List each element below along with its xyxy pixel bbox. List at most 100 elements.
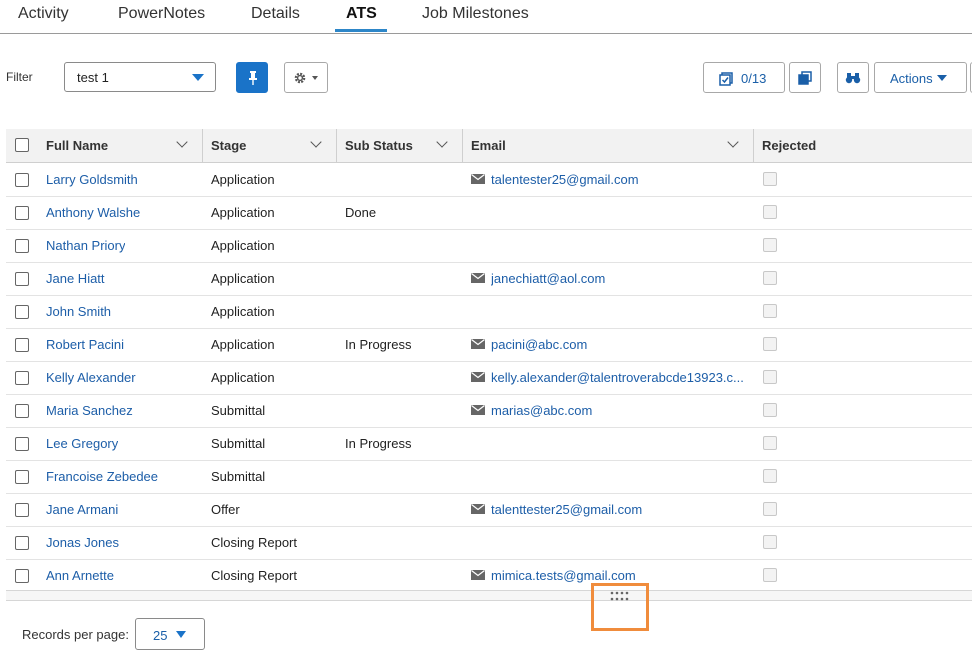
- envelope-icon: [471, 339, 485, 349]
- envelope-icon: [471, 273, 485, 283]
- row-checkbox[interactable]: [15, 437, 29, 451]
- actions-button[interactable]: Actions: [874, 62, 967, 93]
- table-row[interactable]: Robert Pacini Application In Progress pacin…: [6, 328, 972, 362]
- sub-status-cell: Done: [345, 205, 377, 220]
- tab-details[interactable]: Details: [251, 5, 300, 23]
- candidate-name-link[interactable]: John Smith: [46, 304, 111, 319]
- tab-bar: Activity PowerNotes Details ATS Job Mile…: [0, 0, 972, 34]
- row-checkbox[interactable]: [15, 470, 29, 484]
- pin-button[interactable]: [236, 62, 268, 93]
- table-row[interactable]: Jane Armani Offer talenttester25@gmail.com: [6, 493, 972, 527]
- row-checkbox[interactable]: [15, 536, 29, 550]
- email-link[interactable]: janechiatt@aol.com: [491, 271, 605, 286]
- caret-down-icon: [312, 76, 318, 80]
- candidate-name-link[interactable]: Jonas Jones: [46, 535, 119, 550]
- column-divider[interactable]: [462, 129, 463, 162]
- table-row[interactable]: Jane Hiatt Application janechiatt@aol.com: [6, 262, 972, 296]
- row-checkbox[interactable]: [15, 503, 29, 517]
- table-row[interactable]: Kelly Alexander Application kelly.alexande…: [6, 361, 972, 395]
- row-checkbox[interactable]: [15, 569, 29, 583]
- chevron-down-icon[interactable]: [436, 136, 448, 148]
- candidate-name-link[interactable]: Ann Arnette: [46, 568, 114, 583]
- email-link[interactable]: kelly.alexander@talentroverabcde13923.c.…: [491, 370, 744, 385]
- rejected-checkbox: [763, 172, 777, 186]
- column-divider[interactable]: [202, 129, 203, 162]
- candidate-name-link[interactable]: Larry Goldsmith: [46, 172, 138, 187]
- column-header-sub-status[interactable]: Sub Status: [345, 138, 413, 153]
- horizontal-scrollbar[interactable]: [6, 590, 972, 601]
- tab-job-milestones[interactable]: Job Milestones: [422, 5, 529, 23]
- candidate-name-link[interactable]: Jane Armani: [46, 502, 118, 517]
- caret-down-icon: [176, 631, 186, 638]
- row-checkbox[interactable]: [15, 206, 29, 220]
- chevron-down-icon[interactable]: [310, 136, 322, 148]
- rejected-checkbox: [763, 436, 777, 450]
- search-records-button[interactable]: [837, 62, 869, 93]
- stage-cell: Application: [211, 271, 275, 286]
- stage-cell: Submittal: [211, 469, 266, 484]
- rejected-checkbox: [763, 205, 777, 219]
- email-link[interactable]: pacini@abc.com: [491, 337, 587, 352]
- envelope-icon: [471, 504, 485, 514]
- table-row[interactable]: Jonas Jones Closing Report: [6, 526, 972, 560]
- selection-count-button[interactable]: 0/13: [703, 62, 785, 93]
- rejected-checkbox: [763, 370, 777, 384]
- email-link[interactable]: talenttester25@gmail.com: [491, 502, 642, 517]
- row-checkbox[interactable]: [15, 338, 29, 352]
- candidate-name-link[interactable]: Lee Gregory: [46, 436, 118, 451]
- stage-cell: Application: [211, 370, 275, 385]
- select-all-checkbox[interactable]: [15, 138, 29, 152]
- candidate-name-link[interactable]: Maria Sanchez: [46, 403, 133, 418]
- candidate-name-link[interactable]: Anthony Walshe: [46, 205, 140, 220]
- candidate-name-link[interactable]: Jane Hiatt: [46, 271, 105, 286]
- column-header-email[interactable]: Email: [471, 138, 506, 153]
- table-row[interactable]: Maria Sanchez Submittal marias@abc.com: [6, 394, 972, 428]
- records-per-page-select[interactable]: 25: [135, 618, 205, 650]
- row-checkbox[interactable]: [15, 239, 29, 253]
- candidate-name-link[interactable]: Nathan Priory: [46, 238, 125, 253]
- resize-handle-highlight: [591, 583, 649, 631]
- tab-ats[interactable]: ATS: [346, 5, 377, 23]
- candidate-name-link[interactable]: Kelly Alexander: [46, 370, 136, 385]
- row-checkbox[interactable]: [15, 305, 29, 319]
- copy-button[interactable]: [789, 62, 821, 93]
- column-header-rejected[interactable]: Rejected: [762, 138, 816, 153]
- table-row[interactable]: Anthony Walshe Application Done: [6, 196, 972, 230]
- table-row[interactable]: Lee Gregory Submittal In Progress: [6, 427, 972, 461]
- settings-button[interactable]: [284, 62, 328, 93]
- table-row[interactable]: Ann Arnette Closing Report mimica.tests@gm…: [6, 559, 972, 593]
- email-link[interactable]: talentester25@gmail.com: [491, 172, 639, 187]
- table-row[interactable]: Larry Goldsmith Application talentester25@…: [6, 163, 972, 197]
- candidate-name-link[interactable]: Francoise Zebedee: [46, 469, 158, 484]
- row-checkbox[interactable]: [15, 404, 29, 418]
- table-row[interactable]: Francoise Zebedee Submittal: [6, 460, 972, 494]
- stage-cell: Submittal: [211, 403, 266, 418]
- row-checkbox[interactable]: [15, 173, 29, 187]
- row-checkbox[interactable]: [15, 371, 29, 385]
- actions-label: Actions: [890, 71, 933, 86]
- tab-powernotes[interactable]: PowerNotes: [118, 5, 205, 23]
- chevron-down-icon[interactable]: [727, 136, 739, 148]
- email-link[interactable]: mimica.tests@gmail.com: [491, 568, 636, 583]
- filter-select[interactable]: test 1: [64, 62, 216, 92]
- selection-count: 0/13: [741, 71, 767, 86]
- table-row[interactable]: John Smith Application: [6, 295, 972, 329]
- column-divider[interactable]: [753, 129, 754, 162]
- stage-cell: Application: [211, 337, 275, 352]
- chevron-down-icon[interactable]: [176, 136, 188, 148]
- stage-cell: Closing Report: [211, 568, 297, 583]
- stage-cell: Submittal: [211, 436, 266, 451]
- candidate-name-link[interactable]: Robert Pacini: [46, 337, 124, 352]
- envelope-icon: [471, 405, 485, 415]
- checklist-icon: [719, 72, 733, 86]
- row-checkbox[interactable]: [15, 272, 29, 286]
- active-tab-indicator: [335, 29, 387, 32]
- tab-activity[interactable]: Activity: [18, 5, 69, 23]
- table-row[interactable]: Nathan Priory Application: [6, 229, 972, 263]
- column-header-stage[interactable]: Stage: [211, 138, 246, 153]
- column-divider[interactable]: [336, 129, 337, 162]
- email-link[interactable]: marias@abc.com: [491, 403, 592, 418]
- column-header-full-name[interactable]: Full Name: [46, 138, 108, 153]
- stage-cell: Application: [211, 205, 275, 220]
- envelope-icon: [471, 372, 485, 382]
